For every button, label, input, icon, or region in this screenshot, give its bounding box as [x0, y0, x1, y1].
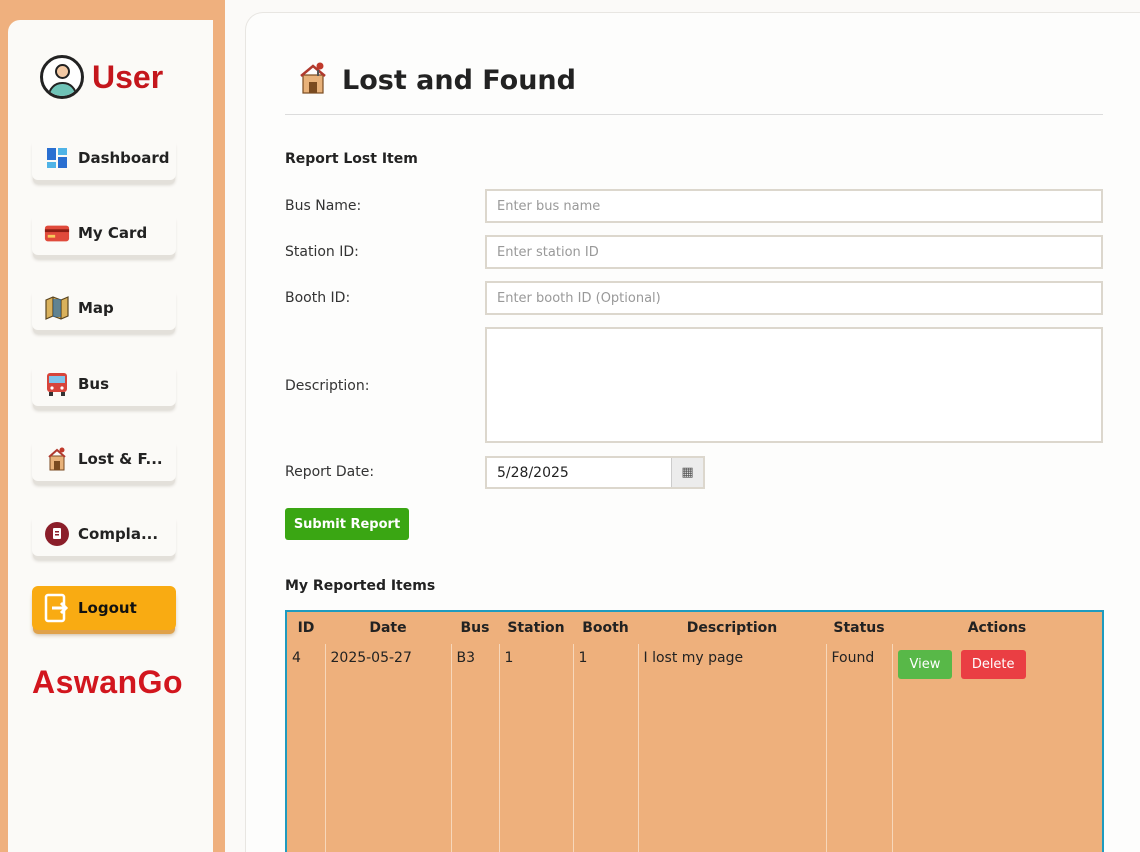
logout-button[interactable]: Logout [32, 586, 176, 630]
submit-report-button[interactable]: Submit Report [285, 508, 409, 540]
booth-id-label: Booth ID: [285, 290, 351, 306]
reports-table: ID Date Bus Station Booth Description St… [285, 610, 1104, 852]
column-header: ID [297, 620, 315, 636]
card-icon [44, 221, 70, 245]
cell-status: Found [825, 644, 892, 852]
brand-title: User [92, 58, 164, 95]
column-header: Status [833, 620, 885, 636]
delete-button[interactable]: Delete [960, 650, 1026, 679]
station-id-label: Station ID: [285, 244, 359, 260]
column-header: Booth [582, 620, 629, 636]
sidebar-item-label: Compla... [78, 525, 159, 543]
sidebar-item-dashboard[interactable]: Dashboard [32, 136, 176, 180]
cell-description: I lost my page [637, 644, 826, 852]
calendar-icon[interactable]: ▦ [671, 458, 703, 487]
page-header: Lost and Found [298, 58, 576, 102]
sidebar-item-label: Bus [78, 375, 110, 393]
cell-actions: View Delete [891, 644, 1102, 852]
cell-bus: B3 [450, 644, 499, 852]
booth-id-placeholder: Enter booth ID (Optional) [497, 290, 661, 306]
station-id-input[interactable]: Enter station ID [485, 235, 1103, 269]
report-date-label: Report Date: [285, 464, 375, 480]
sidebar-item-lost-found[interactable]: Lost & F... [32, 437, 176, 481]
report-section-title: Report Lost Item [285, 151, 418, 167]
sidebar-item-label: Map [78, 299, 114, 317]
cell-booth: 1 [572, 644, 638, 852]
user-avatar-icon [40, 55, 84, 99]
footer-brand-logo: AswanGo [32, 664, 184, 700]
booth-id-input[interactable]: Enter booth ID (Optional) [485, 281, 1103, 315]
cell-station: 1 [498, 644, 573, 852]
sidebar-item-label: Lost & F... [78, 450, 163, 468]
complaint-icon [44, 522, 70, 546]
sidebar-item-bus[interactable]: Bus [32, 362, 176, 406]
dashboard-icon [44, 146, 70, 170]
lost-found-icon [44, 447, 70, 471]
column-header: Description [686, 620, 778, 636]
lost-found-icon [298, 61, 328, 99]
column-header: Bus [460, 620, 490, 636]
cell-id: 4 [292, 650, 301, 666]
column-header: Date [369, 620, 407, 636]
reports-section-title: My Reported Items [285, 578, 436, 594]
column-header: Actions [967, 620, 1027, 636]
page-title: Lost and Found [342, 64, 576, 96]
sidebar-item-map[interactable]: Map [32, 286, 176, 330]
bus-icon [44, 372, 70, 396]
sidebar-divider [213, 0, 225, 852]
sidebar-item-label: Dashboard [78, 149, 170, 167]
report-date-value: 5/28/2025 [497, 464, 569, 481]
logout-label: Logout [78, 599, 137, 617]
column-header: Station [507, 620, 565, 636]
view-button[interactable]: View [897, 650, 953, 679]
table-row[interactable]: 4 2025-05-27 B3 1 1 I lost my page Found… [287, 644, 1102, 852]
description-textarea[interactable] [485, 327, 1103, 443]
bus-name-label: Bus Name: [285, 198, 362, 214]
title-divider [285, 114, 1103, 115]
report-date-picker[interactable]: 5/28/2025 ▦ [485, 456, 705, 489]
map-icon [44, 296, 70, 320]
cell-date: 2025-05-27 [324, 644, 451, 852]
sidebar-item-label: My Card [78, 224, 148, 242]
table-header-row: ID Date Bus Station Booth Description St… [287, 612, 1102, 644]
logout-icon [44, 593, 70, 623]
bus-name-input[interactable]: Enter bus name [485, 189, 1103, 223]
sidebar-item-complaints[interactable]: Compla... [32, 512, 176, 556]
station-id-placeholder: Enter station ID [497, 244, 599, 260]
description-label: Description: [285, 378, 370, 394]
bus-name-placeholder: Enter bus name [497, 198, 601, 214]
sidebar-brand: User [40, 54, 163, 100]
sidebar-item-my-card[interactable]: My Card [32, 211, 176, 255]
